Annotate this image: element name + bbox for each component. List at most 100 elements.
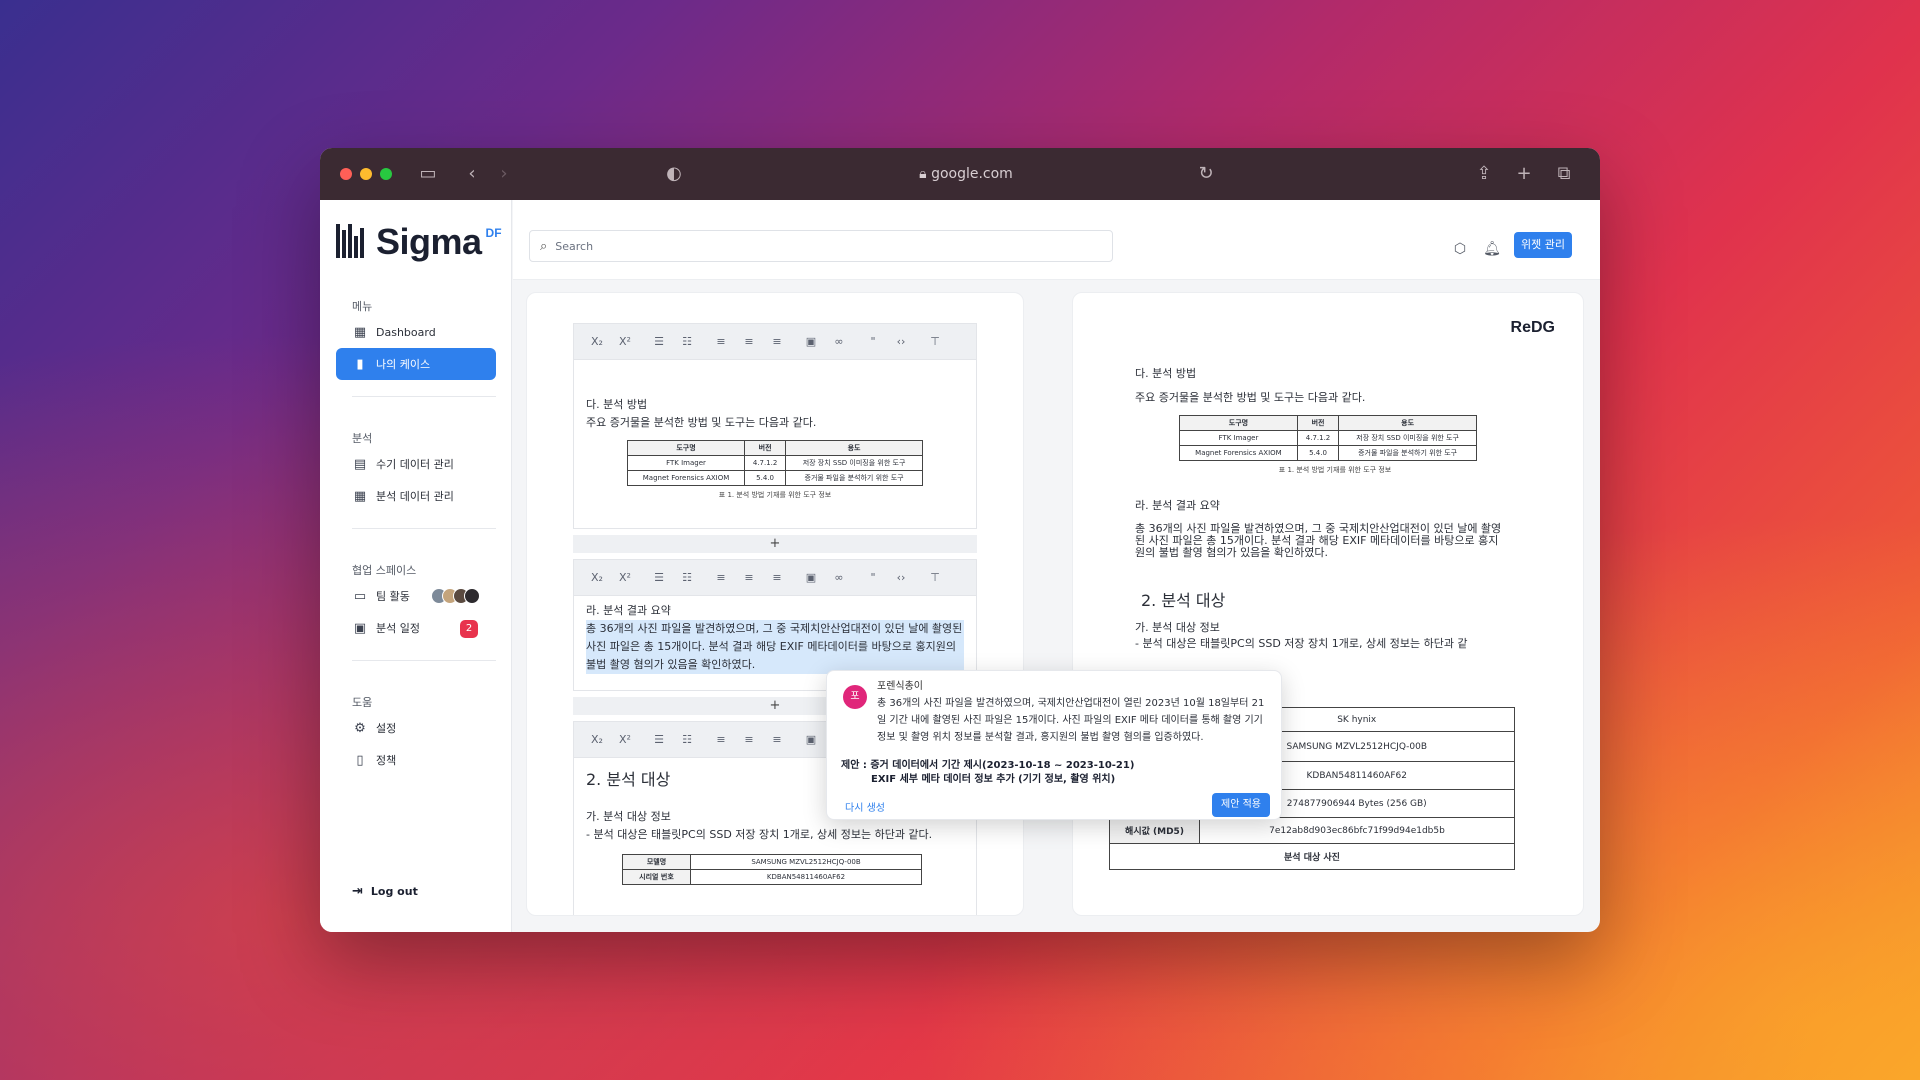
table-icon: ▦ bbox=[353, 488, 367, 504]
align-center-icon[interactable]: ≡ bbox=[742, 571, 756, 584]
sidebar-item-my-cases[interactable]: ▮ 나의 케이스 bbox=[336, 348, 496, 380]
quote-icon[interactable]: " bbox=[866, 335, 880, 348]
subscript-icon[interactable]: X₂ bbox=[590, 733, 604, 746]
subscript-icon[interactable]: X₂ bbox=[590, 335, 604, 348]
section-heading: 라. 분석 결과 요약 bbox=[586, 604, 671, 617]
align-center-icon[interactable]: ≡ bbox=[742, 335, 756, 348]
gear-icon: ⚙ bbox=[354, 720, 366, 736]
link-icon[interactable]: ∞ bbox=[832, 571, 846, 584]
code-icon[interactable]: ‹› bbox=[894, 335, 908, 348]
search-input[interactable]: ⌕ Search bbox=[529, 230, 1113, 262]
book-icon: ▮ bbox=[356, 356, 364, 372]
ordered-list-icon[interactable]: ☰ bbox=[652, 335, 666, 348]
align-left-icon[interactable]: ≡ bbox=[714, 335, 728, 348]
section-heading: 다. 분석 방법 bbox=[1135, 367, 1197, 380]
table-row: Magnet Forensics AXIOM 5.4.0 증거물 파일을 분석하… bbox=[1179, 445, 1477, 461]
avatar: 포 bbox=[843, 685, 867, 709]
back-icon[interactable]: ‹ bbox=[460, 162, 484, 186]
superscript-icon[interactable]: X² bbox=[618, 335, 632, 348]
table-cell: SAMSUNG MZVL2512HCJQ-00B bbox=[690, 854, 922, 870]
close-window-button[interactable] bbox=[340, 168, 352, 180]
table-caption: 표 1. 분석 방법 기재를 위한 도구 정보 bbox=[1278, 466, 1392, 474]
apply-suggestion-button[interactable]: 제안 적용 bbox=[1212, 793, 1270, 817]
zoom-window-button[interactable] bbox=[380, 168, 392, 180]
table-row: FTK Imager 4.7.1.2 저장 장치 SSD 이미징을 위한 도구 bbox=[626, 455, 923, 471]
quote-icon[interactable]: " bbox=[866, 571, 880, 584]
bullet-list-icon[interactable]: ☷ bbox=[680, 733, 694, 746]
sidebar-item-team-activity[interactable]: ▭ 팀 활동 bbox=[336, 580, 496, 612]
section-label-help: 도움 bbox=[352, 696, 373, 709]
sidebar-item-label: 분석 일정 bbox=[376, 622, 420, 635]
brand-name: Sigma bbox=[376, 221, 482, 262]
target-table: 모델명 SAMSUNG MZVL2512HCJQ-00B 시리얼 번호 KDBA… bbox=[622, 854, 922, 885]
align-right-icon[interactable]: ≡ bbox=[770, 335, 784, 348]
editor-block[interactable]: X₂ X² ☰ ☷ ≡ ≡ ≡ ▣ ∞ " ‹› ⊤ 다. 분석 방법 주요 증거물을 분석… bbox=[573, 323, 977, 529]
new-tab-icon[interactable]: + bbox=[1512, 162, 1536, 186]
image-icon[interactable]: ▣ bbox=[804, 571, 818, 584]
table-header: 분석 대상 사진 bbox=[1109, 843, 1515, 870]
table-header: 용도 bbox=[785, 440, 923, 456]
table-cell: 저장 장치 SSD 이미징을 위한 도구 bbox=[785, 455, 923, 471]
address-bar[interactable]: 🔒︎ google.com bbox=[916, 164, 1016, 184]
forward-icon[interactable]: › bbox=[492, 162, 516, 186]
sidebar-item-settings[interactable]: ⚙ 설정 bbox=[336, 712, 496, 744]
bullet-list-icon[interactable]: ☷ bbox=[680, 571, 694, 584]
superscript-icon[interactable]: X² bbox=[618, 571, 632, 584]
align-right-icon[interactable]: ≡ bbox=[770, 571, 784, 584]
sidebar-item-analysis-data[interactable]: ▦ 분석 데이터 관리 bbox=[336, 480, 496, 512]
sidebar-toggle-icon[interactable]: ▭ bbox=[416, 162, 440, 186]
sidebar-item-manual-data[interactable]: ▤ 수기 데이터 관리 bbox=[336, 448, 496, 480]
table-cell: 저장 장치 SSD 이미징을 위한 도구 bbox=[1338, 430, 1477, 446]
preview-tools-table: 도구명 버전 용도 FTK Imager 4.7.1.2 저장 장치 SSD 이… bbox=[1179, 415, 1477, 461]
table-header: 용도 bbox=[1338, 415, 1477, 431]
sidebar-item-dashboard[interactable]: ▦ Dashboard bbox=[336, 316, 496, 348]
align-left-icon[interactable]: ≡ bbox=[714, 733, 728, 746]
table-header: 모델명 bbox=[622, 854, 691, 870]
sidebar-item-policy[interactable]: ▯ 정책 bbox=[336, 744, 496, 776]
bell-icon[interactable]: 🔔︎ bbox=[1483, 240, 1501, 258]
align-right-icon[interactable]: ≡ bbox=[770, 733, 784, 746]
logo-text: ReDG bbox=[1510, 319, 1555, 336]
table-cell: 5.4.0 bbox=[1296, 445, 1340, 461]
align-left-icon[interactable]: ≡ bbox=[714, 571, 728, 584]
sidebar-item-label: Dashboard bbox=[376, 325, 436, 339]
sidebar-item-label: 나의 케이스 bbox=[376, 358, 431, 371]
reload-icon[interactable]: ↻ bbox=[1194, 162, 1218, 186]
tab-overview-icon[interactable]: ⧉ bbox=[1552, 162, 1576, 186]
subscript-icon[interactable]: X₂ bbox=[590, 571, 604, 584]
link-icon[interactable]: ∞ bbox=[832, 335, 846, 348]
regenerate-button[interactable]: 다시 생성 bbox=[845, 799, 885, 814]
table-header-row: 도구명 버전 용도 bbox=[626, 440, 923, 456]
editor-panel: X₂ X² ☰ ☷ ≡ ≡ ≡ ▣ ∞ " ‹› ⊤ 다. 분석 방법 주요 증거물을 분석… bbox=[526, 292, 1024, 916]
search-placeholder: Search bbox=[555, 239, 594, 253]
ordered-list-icon[interactable]: ☰ bbox=[652, 733, 666, 746]
superscript-icon[interactable]: X² bbox=[618, 733, 632, 746]
logout-button[interactable]: ⇥ Log out bbox=[352, 884, 418, 899]
clear-format-icon[interactable]: ⊤ bbox=[928, 335, 942, 348]
add-block-button[interactable]: + bbox=[573, 535, 977, 553]
share-icon[interactable]: ⇪ bbox=[1472, 162, 1496, 186]
image-icon[interactable]: ▣ bbox=[804, 733, 818, 746]
align-center-icon[interactable]: ≡ bbox=[742, 733, 756, 746]
widget-manage-button[interactable]: 위젯 관리 bbox=[1514, 232, 1572, 258]
ordered-list-icon[interactable]: ☰ bbox=[652, 571, 666, 584]
search-icon: ⌕ bbox=[540, 238, 548, 254]
sidebar-item-label: 팀 활동 bbox=[376, 590, 410, 603]
minimize-window-button[interactable] bbox=[360, 168, 372, 180]
shield-icon[interactable]: ⬡ bbox=[1451, 240, 1469, 258]
brand-logo[interactable]: Sigma DF bbox=[336, 224, 502, 260]
bullet-list-icon[interactable]: ☷ bbox=[680, 335, 694, 348]
table-cell: Magnet Forensics AXIOM bbox=[626, 470, 746, 486]
brand-superscript: DF bbox=[485, 226, 502, 240]
table-cell: 7e12ab8d903ec86bfc71f99d94e1db5b bbox=[1199, 817, 1515, 844]
selected-paragraph[interactable]: 총 36개의 사진 파일을 발견하였으며, 그 중 국제치안산업대전이 있던 날… bbox=[586, 620, 964, 674]
code-icon[interactable]: ‹› bbox=[894, 571, 908, 584]
grid-icon: ▦ bbox=[353, 324, 367, 340]
clear-format-icon[interactable]: ⊤ bbox=[928, 571, 942, 584]
sidebar-item-analysis-schedule[interactable]: ▣ 분석 일정 2 bbox=[336, 612, 496, 644]
privacy-shield-icon[interactable]: ◐ bbox=[662, 162, 686, 186]
table-header: 버전 bbox=[1296, 415, 1340, 431]
image-icon[interactable]: ▣ bbox=[804, 335, 818, 348]
table-cell: 증거물 파일을 분석하기 위한 도구 bbox=[1338, 445, 1477, 461]
url-text: google.com bbox=[931, 166, 1013, 182]
